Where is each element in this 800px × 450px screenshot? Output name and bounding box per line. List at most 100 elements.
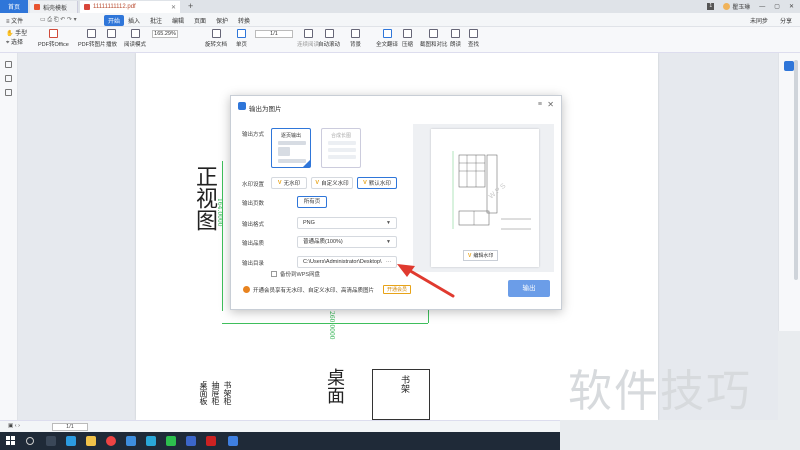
tab-bar: 首页 稻壳模板 11111111112.pdf ✕ + 1 瞿玉琳 — ▢ ✕ xyxy=(0,0,800,13)
rotate-button[interactable]: 旋转文档 xyxy=(205,29,227,48)
maximize-icon[interactable]: ▢ xyxy=(774,3,780,10)
menu-edit[interactable]: 编辑 xyxy=(172,16,184,25)
menu-right: 未同步 分享 xyxy=(750,16,792,25)
crown-icon xyxy=(243,286,250,293)
close-tab-icon[interactable]: ✕ xyxy=(171,4,176,11)
add-tab-icon[interactable]: + xyxy=(188,1,193,11)
tab-pdf-document[interactable]: 11111111112.pdf ✕ xyxy=(80,1,180,13)
pdf-to-office-button[interactable]: PDF转Office xyxy=(38,29,69,48)
annotation-icon[interactable] xyxy=(5,89,12,96)
edit-watermark-button[interactable]: V 编辑水印 xyxy=(463,250,499,261)
pdf-icon xyxy=(84,4,90,10)
label-watermark: 水印设置 xyxy=(242,182,265,188)
rotate-icon xyxy=(211,29,221,38)
tab-label: 稻壳模板 xyxy=(43,5,68,12)
menu-bar: ≡ 文件 ▭ ⎙ ⎗ ↶ ↷ ▾ 开始 插入 批注 编辑 页面 保护 转换 未同… xyxy=(0,13,800,27)
wps-pdf-icon[interactable] xyxy=(228,436,238,446)
sidebar-toggle-icon[interactable]: ▣ ‹ › xyxy=(8,423,20,429)
label-output-dir: 输出目录 xyxy=(242,261,265,267)
tab-label: 11111111112.pdf xyxy=(93,4,136,10)
acrobat-icon[interactable] xyxy=(206,436,216,446)
read-aloud-button[interactable]: 朗读 xyxy=(450,29,461,48)
pdf-to-image-button[interactable]: PDF转图片 xyxy=(78,29,106,48)
quality-select[interactable]: 普通品质(100%) ▼ xyxy=(297,236,397,248)
menu-convert[interactable]: 转换 xyxy=(238,16,250,25)
properties-icon[interactable] xyxy=(784,61,794,71)
continuous-read-icon xyxy=(303,29,313,38)
single-page-icon xyxy=(237,29,246,38)
format-select[interactable]: PNG ▼ xyxy=(297,217,397,229)
menu-icon[interactable]: ≡ xyxy=(538,101,542,108)
auto-scroll-button[interactable]: 自动滚动 xyxy=(318,29,340,48)
full-translate-button[interactable]: 全文翻译 xyxy=(376,29,398,48)
badge-count[interactable]: 1 xyxy=(707,3,715,10)
option-per-page[interactable]: 逐页输出 xyxy=(271,128,311,168)
export-button[interactable]: 输出 xyxy=(508,280,550,297)
tab-home-label: 首页 xyxy=(7,5,20,11)
minimize-icon[interactable]: — xyxy=(759,4,765,10)
hand-select-group: ✋ 手型 ⌖ 选择 xyxy=(6,30,27,48)
close-window-icon[interactable]: ✕ xyxy=(789,3,794,10)
vertical-scrollbar[interactable] xyxy=(794,60,798,280)
screenshot-compare-button[interactable]: 截图和对比 xyxy=(420,29,448,48)
windows-taskbar xyxy=(0,432,560,450)
find-button[interactable]: 查找 xyxy=(468,29,479,48)
sync-status[interactable]: 未同步 xyxy=(750,16,768,25)
drawing-note: 书架 xyxy=(399,375,409,393)
watermark-none-button[interactable]: V 无水印 xyxy=(271,177,307,189)
app-icon[interactable] xyxy=(126,436,136,446)
windows-start-icon[interactable] xyxy=(6,436,15,445)
vip-icon: V xyxy=(277,180,282,186)
task-view-icon[interactable] xyxy=(46,436,56,446)
watermark-default-button[interactable]: V 默认水印 xyxy=(357,177,397,189)
tab-docer-templates[interactable]: 稻壳模板 xyxy=(30,1,78,13)
reading-mode-button[interactable]: 阅读模式 xyxy=(124,29,146,48)
page-number-input[interactable]: 1/1 xyxy=(255,30,293,38)
menu-file[interactable]: ≡ 文件 xyxy=(6,16,23,25)
site-watermark: 软件技巧 xyxy=(568,366,752,417)
vip-icon: V xyxy=(315,180,320,186)
file-explorer-icon[interactable] xyxy=(86,436,96,446)
vip-icon: V xyxy=(363,180,367,186)
app-icon[interactable] xyxy=(186,436,196,446)
backup-wps-checkbox[interactable]: 备份到WPS网盘 xyxy=(271,270,320,278)
background-button[interactable]: 背景 xyxy=(350,29,361,48)
dimension-label: 260.0000 xyxy=(328,311,335,340)
zoom-input[interactable]: 165.29% xyxy=(152,30,178,38)
preview-panel: W P S V 编辑水印 xyxy=(413,124,554,272)
hand-tool-button[interactable]: ✋ 手型 xyxy=(6,30,27,39)
bookmark-icon[interactable] xyxy=(5,61,12,68)
menu-protect[interactable]: 保护 xyxy=(216,16,228,25)
user-name: 瞿玉琳 xyxy=(732,5,751,11)
output-dir-field[interactable]: C:\Users\Administrator\Desktop\ ··· xyxy=(297,256,397,268)
wechat-icon[interactable] xyxy=(166,436,176,446)
watermark-custom-button[interactable]: V 自定义水印 xyxy=(311,177,353,189)
continuous-read-button[interactable]: 连续阅读 xyxy=(297,29,319,48)
select-tool-button[interactable]: ⌖ 选择 xyxy=(6,39,27,48)
pages-all-button[interactable]: 所有页 xyxy=(297,196,327,208)
compress-button[interactable]: 压缩 xyxy=(402,29,413,48)
share-button[interactable]: 分享 xyxy=(780,16,792,25)
single-page-button[interactable]: 单页 xyxy=(236,29,247,48)
tab-home[interactable]: 首页 xyxy=(0,0,28,13)
thumbnail-icon[interactable] xyxy=(5,75,12,82)
drawing-note: 抽屉柜 xyxy=(211,381,220,405)
play-button[interactable]: 播放 xyxy=(106,29,117,48)
quick-access-icons[interactable]: ▭ ⎙ ⎗ ↶ ↷ ▾ xyxy=(40,16,77,24)
menu-comment[interactable]: 批注 xyxy=(150,16,162,25)
preview-page: W P S xyxy=(431,129,539,267)
menu-page[interactable]: 页面 xyxy=(194,16,206,25)
edge-browser-icon[interactable] xyxy=(66,436,76,446)
option-long-image[interactable]: 合成长图 xyxy=(321,128,361,168)
read-aloud-icon xyxy=(451,29,460,38)
chrome-icon[interactable] xyxy=(106,436,116,446)
search-icon[interactable] xyxy=(26,437,34,445)
menu-insert[interactable]: 插入 xyxy=(128,16,140,25)
user-account[interactable]: 瞿玉琳 xyxy=(723,2,750,11)
chevron-down-icon: ▼ xyxy=(386,239,391,245)
browse-dir-button[interactable]: ··· xyxy=(386,257,391,268)
close-icon[interactable]: ✕ xyxy=(547,100,554,109)
status-page-input[interactable]: 1/1 xyxy=(52,423,88,431)
app-icon[interactable] xyxy=(146,436,156,446)
menu-start[interactable]: 开始 xyxy=(104,15,125,26)
